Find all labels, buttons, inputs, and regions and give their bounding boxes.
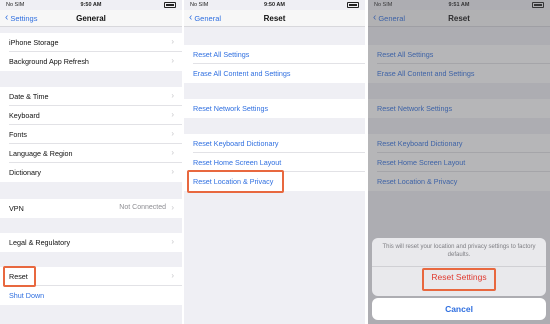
list-item-label: Background App Refresh bbox=[9, 57, 89, 66]
list-item-label: Date & Time bbox=[9, 92, 49, 101]
highlight-box bbox=[187, 170, 284, 193]
list-item-legal-regulatory[interactable]: Legal & Regulatory › bbox=[0, 233, 182, 252]
chevron-right-icon: › bbox=[171, 167, 174, 176]
list-item-label: Dictionary bbox=[9, 168, 41, 177]
action-sheet-message: This will reset your location and privac… bbox=[382, 244, 536, 258]
highlight-box bbox=[422, 268, 496, 291]
list-item-keyboard[interactable]: Keyboard › bbox=[0, 106, 182, 125]
list-item-date-time[interactable]: Date & Time › bbox=[0, 87, 182, 106]
clock: 9:50 AM bbox=[264, 2, 285, 8]
list-item-dictionary[interactable]: Dictionary › bbox=[0, 163, 182, 182]
chevron-right-icon: › bbox=[171, 237, 174, 246]
reset-all-settings-button[interactable]: Reset All Settings bbox=[184, 45, 365, 64]
status-bar: No SIM 9:50 AM bbox=[0, 0, 182, 10]
list-item-label: Keyboard bbox=[9, 111, 40, 120]
chevron-right-icon: › bbox=[171, 148, 174, 157]
reset-network-settings-button[interactable]: Reset Network Settings bbox=[184, 99, 365, 118]
shut-down-button[interactable]: Shut Down bbox=[0, 286, 182, 305]
list-item-label: Language & Region bbox=[9, 149, 73, 158]
list-item-label: VPN bbox=[9, 204, 24, 213]
chevron-right-icon: › bbox=[171, 56, 174, 65]
chevron-right-icon: › bbox=[171, 37, 174, 46]
nav-bar: ‹ General Reset bbox=[184, 10, 365, 27]
chevron-right-icon: › bbox=[171, 110, 174, 119]
list-item-fonts[interactable]: Fonts › bbox=[0, 125, 182, 144]
clock: 9:50 AM bbox=[80, 2, 102, 8]
reset-confirm-screen: No SIM 9:51 AM ‹ General Reset Reset All… bbox=[368, 0, 550, 324]
vpn-status: Not Connected bbox=[119, 204, 166, 211]
page-title: General bbox=[76, 14, 106, 23]
nav-bar: ‹ Settings General bbox=[0, 10, 182, 27]
list-item-label: Shut Down bbox=[9, 291, 45, 300]
list-item-label: Reset Network Settings bbox=[193, 104, 269, 113]
reset-screen: No SIM 9:50 AM ‹ General Reset Reset All… bbox=[184, 0, 365, 324]
battery-icon bbox=[347, 2, 359, 8]
chevron-right-icon: › bbox=[171, 271, 174, 280]
cancel-button[interactable]: Cancel bbox=[372, 298, 546, 320]
list-item-background-app-refresh[interactable]: Background App Refresh › bbox=[0, 52, 182, 71]
list-item-label: Legal & Regulatory bbox=[9, 238, 71, 247]
erase-all-content-button[interactable]: Erase All Content and Settings bbox=[184, 64, 365, 83]
battery-icon bbox=[164, 2, 176, 8]
list-item-language-region[interactable]: Language & Region › bbox=[0, 144, 182, 163]
list-item-label: Fonts bbox=[9, 130, 27, 139]
chevron-right-icon: › bbox=[171, 203, 174, 212]
list-item-label: Reset Keyboard Dictionary bbox=[193, 139, 279, 148]
general-screen: No SIM 9:50 AM ‹ Settings General iPhone… bbox=[0, 0, 182, 324]
chevron-right-icon: › bbox=[171, 91, 174, 100]
list-item-iphone-storage[interactable]: iPhone Storage › bbox=[0, 33, 182, 52]
list-item-label: iPhone Storage bbox=[9, 38, 59, 47]
highlight-box bbox=[3, 266, 36, 287]
reset-keyboard-dictionary-button[interactable]: Reset Keyboard Dictionary bbox=[184, 134, 365, 153]
list-item-label: Reset All Settings bbox=[193, 50, 250, 59]
list-item-label: Reset Home Screen Layout bbox=[193, 158, 282, 167]
chevron-right-icon: › bbox=[171, 129, 174, 138]
page-title: Reset bbox=[263, 14, 286, 23]
list-item-vpn[interactable]: VPN Not Connected › bbox=[0, 199, 182, 218]
divider bbox=[372, 266, 546, 267]
list-item-label: Erase All Content and Settings bbox=[193, 69, 291, 78]
status-bar: No SIM 9:50 AM bbox=[184, 0, 365, 10]
